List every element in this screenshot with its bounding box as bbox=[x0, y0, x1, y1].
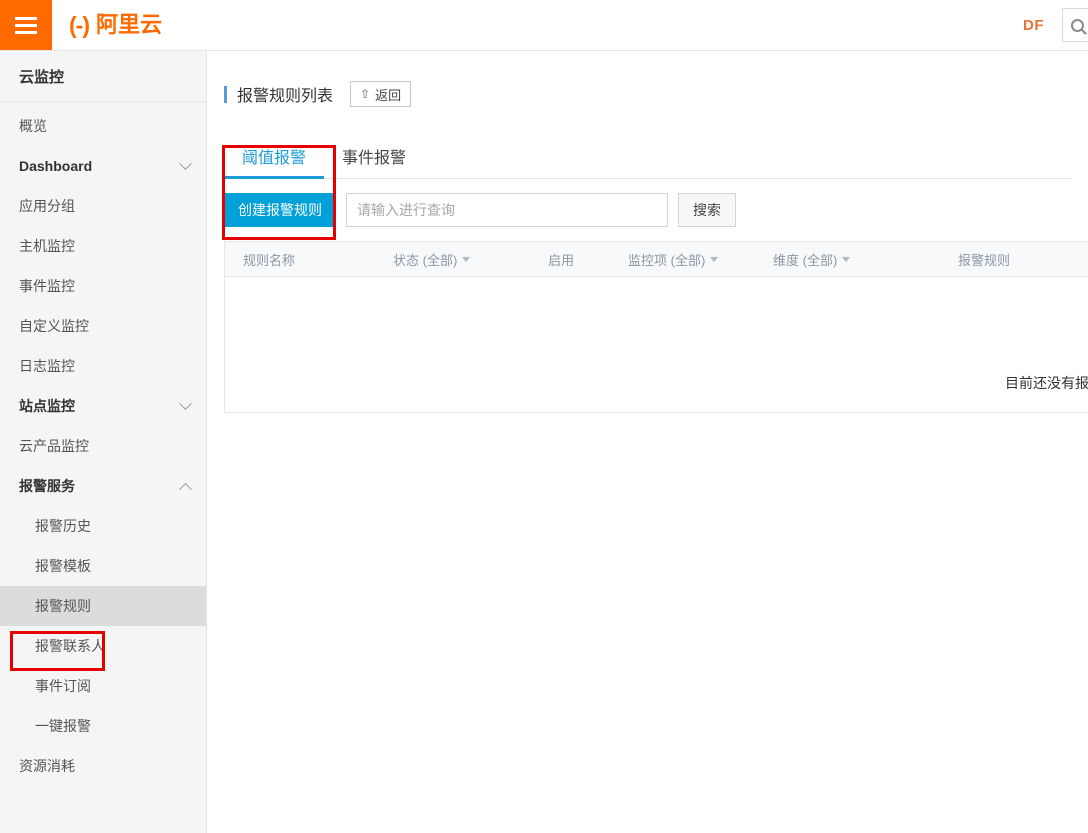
alarm-rules-panel: 阈值报警事件报警 创建报警规则 搜索 规则名称 状态 (全部) 启用 监控项 (全部)… bbox=[224, 135, 1088, 413]
table-col-header-3[interactable]: 监控项 (全部) bbox=[610, 250, 755, 269]
toolbar: 创建报警规则 搜索 bbox=[224, 193, 1071, 227]
sidebar-item-label: 一键报警 bbox=[35, 718, 91, 734]
chevron-down-icon bbox=[179, 156, 192, 170]
alarm-rules-table: 规则名称 状态 (全部) 启用 监控项 (全部) 维度 (全部) 报警规则 目前还没有报警… bbox=[224, 241, 1088, 413]
sidebar-item-16[interactable]: 资源消耗 bbox=[0, 746, 206, 786]
sidebar-item-11[interactable]: 报警模板 bbox=[0, 546, 206, 586]
table-col-label: 监控项 (全部) bbox=[628, 252, 706, 268]
sidebar-item-label: 自定义监控 bbox=[19, 318, 89, 334]
top-header: (-) 阿里云 DF bbox=[0, 0, 1088, 51]
upload-arrow-icon: ⇧ bbox=[360, 87, 371, 101]
sidebar-item-9[interactable]: 报警服务 bbox=[0, 466, 206, 506]
table-col-header-1[interactable]: 状态 (全部) bbox=[375, 250, 530, 269]
page-title-text: 报警规则列表 bbox=[237, 88, 334, 105]
sidebar-item-label: 报警历史 bbox=[35, 518, 91, 534]
table-col-header-2: 启用 bbox=[530, 250, 610, 269]
create-alarm-rule-button[interactable]: 创建报警规则 bbox=[224, 193, 336, 227]
sidebar-item-label: 事件监控 bbox=[19, 278, 75, 294]
sidebar-item-label: 资源消耗 bbox=[19, 758, 75, 774]
global-search-box[interactable] bbox=[1062, 8, 1088, 42]
back-button[interactable]: ⇧ 返回 bbox=[350, 81, 412, 107]
title-accent-bar bbox=[224, 85, 227, 103]
sidebar-item-label: 主机监控 bbox=[19, 238, 75, 254]
sidebar-item-label: 事件订阅 bbox=[35, 678, 91, 694]
search-icon bbox=[1071, 18, 1084, 32]
sidebar-item-7[interactable]: 站点监控 bbox=[0, 386, 206, 426]
table-body: 目前还没有报警规则 bbox=[225, 277, 1088, 413]
table-col-header-4[interactable]: 维度 (全部) bbox=[755, 250, 940, 269]
sidebar: 云监控 概览 Dashboard 应用分组主机监控事件监控自定义监控日志监控站点监控… bbox=[0, 51, 207, 833]
sidebar-nav: 概览 Dashboard 应用分组主机监控事件监控自定义监控日志监控站点监控云产品监… bbox=[0, 102, 206, 786]
sidebar-item-12[interactable]: 报警规则 bbox=[0, 586, 206, 626]
chevron-up-icon bbox=[179, 482, 192, 496]
sidebar-item-0[interactable]: 概览 bbox=[0, 106, 206, 146]
main-content: 报警规则列表 ⇧ 返回 阈值报警事件报警 创建报警规则 搜索 规则名称 状态 (全… bbox=[207, 51, 1088, 833]
user-avatar-initials[interactable]: DF bbox=[1023, 17, 1044, 34]
table-col-label: 状态 (全部) bbox=[393, 252, 458, 268]
sidebar-item-label: 站点监控 bbox=[19, 398, 75, 414]
product-title: 云监控 bbox=[0, 51, 206, 102]
table-col-label: 启用 bbox=[548, 252, 575, 268]
caret-down-icon bbox=[842, 256, 851, 262]
aliyun-logo-mark: (-) bbox=[69, 11, 90, 38]
caret-down-icon bbox=[710, 256, 719, 262]
sidebar-item-label: Dashboard bbox=[19, 158, 93, 174]
tab-bar: 阈值报警 事件报警 bbox=[224, 135, 1071, 179]
empty-state-text: 目前还没有报警规则 bbox=[1005, 375, 1088, 391]
sidebar-item-13[interactable]: 报警联系人 bbox=[0, 626, 206, 666]
table-col-label: 规则名称 bbox=[243, 252, 296, 268]
sidebar-item-label: 报警模板 bbox=[35, 558, 91, 574]
sidebar-item-label: 报警规则 bbox=[35, 598, 91, 614]
sidebar-item-15[interactable]: 一键报警 bbox=[0, 706, 206, 746]
hamburger-bar bbox=[15, 30, 37, 34]
search-button[interactable]: 搜索 bbox=[678, 193, 736, 227]
table-col-header-5: 报警规则 bbox=[940, 250, 1088, 269]
chevron-down-icon bbox=[179, 396, 192, 410]
sidebar-item-5[interactable]: 自定义监控 bbox=[0, 306, 206, 346]
app-root: (-) 阿里云 DF 云监控 概览 Dashboard 应用分组主机监控事件监控自定… bbox=[0, 0, 1088, 833]
sidebar-item-label: 报警联系人 bbox=[35, 638, 105, 654]
sidebar-item-6[interactable]: 日志监控 bbox=[0, 346, 206, 386]
sidebar-item-3[interactable]: 主机监控 bbox=[0, 226, 206, 266]
search-input[interactable] bbox=[346, 193, 668, 227]
hamburger-bar bbox=[15, 23, 37, 27]
table-col-header-0: 规则名称 bbox=[225, 250, 375, 269]
sidebar-item-1[interactable]: Dashboard bbox=[0, 146, 206, 186]
sidebar-item-10[interactable]: 报警历史 bbox=[0, 506, 206, 546]
sidebar-item-14[interactable]: 事件订阅 bbox=[0, 666, 206, 706]
sidebar-item-label: 云产品监控 bbox=[19, 438, 89, 454]
sidebar-item-label: 报警服务 bbox=[19, 478, 75, 494]
aliyun-logo-text: 阿里云 bbox=[95, 12, 162, 37]
sidebar-item-8[interactable]: 云产品监控 bbox=[0, 426, 206, 466]
sidebar-item-4[interactable]: 事件监控 bbox=[0, 266, 206, 306]
table-col-label: 维度 (全部) bbox=[773, 252, 838, 268]
tab-0[interactable]: 阈值报警 bbox=[224, 134, 325, 179]
hamburger-bar bbox=[15, 16, 37, 20]
sidebar-item-label: 日志监控 bbox=[19, 358, 75, 374]
aliyun-logo[interactable]: (-) 阿里云 bbox=[69, 11, 162, 38]
table-col-label: 报警规则 bbox=[958, 252, 1011, 268]
tab-1[interactable]: 事件报警 bbox=[324, 134, 424, 178]
table-header-row: 规则名称 状态 (全部) 启用 监控项 (全部) 维度 (全部) 报警规则 bbox=[225, 242, 1088, 277]
hamburger-icon[interactable] bbox=[0, 0, 52, 50]
caret-down-icon bbox=[462, 256, 471, 262]
page-header: 报警规则列表 ⇧ 返回 bbox=[207, 51, 1088, 107]
page-title: 报警规则列表 bbox=[224, 82, 333, 106]
sidebar-item-2[interactable]: 应用分组 bbox=[0, 186, 206, 226]
back-button-label: 返回 bbox=[375, 87, 402, 103]
sidebar-item-label: 概览 bbox=[19, 118, 47, 134]
sidebar-item-label: 应用分组 bbox=[19, 198, 75, 214]
